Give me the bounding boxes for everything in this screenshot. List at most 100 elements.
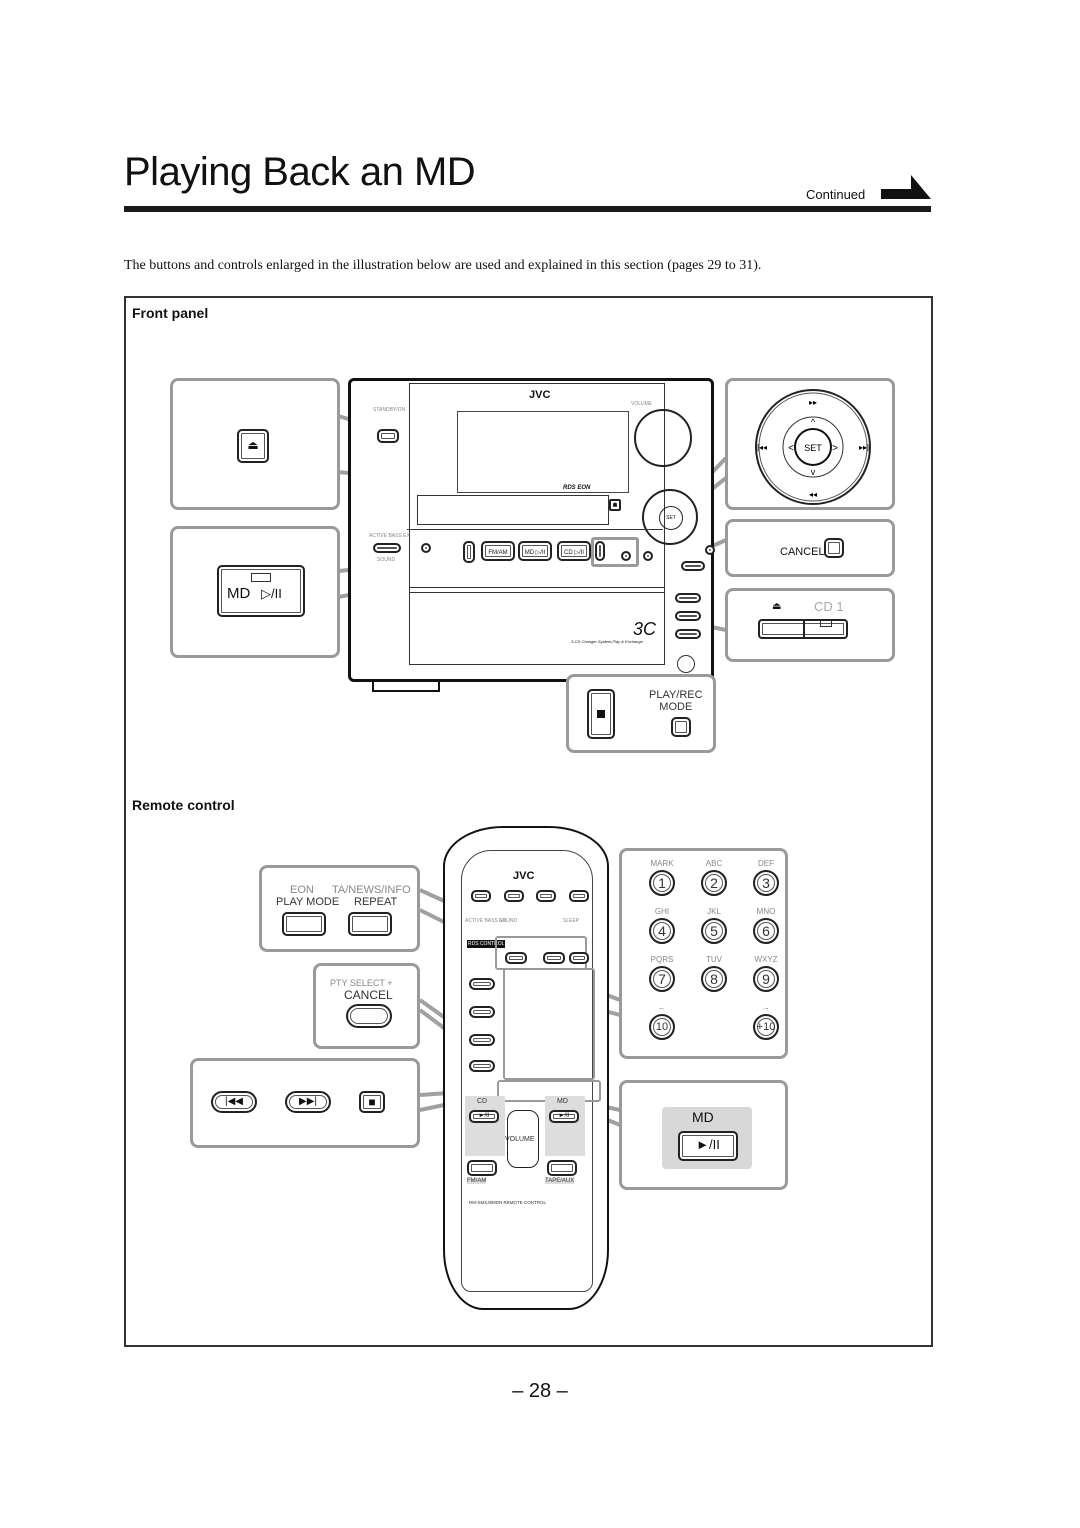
- keypad-digit-button[interactable]: 3: [753, 870, 779, 896]
- remote-body: JVC ACTIVE BASS EX. SOUND SLEEP RDS CONT…: [443, 826, 609, 1310]
- keypad-key: → +10: [746, 1003, 786, 1040]
- keypad-digit-button[interactable]: 6: [753, 918, 779, 944]
- next-icon: ▶▶|: [299, 1096, 317, 1107]
- standby-label: STANDBY/ON: [373, 407, 406, 413]
- up-icon: ^: [811, 417, 816, 427]
- keypad-key: TUV 8: [694, 955, 734, 992]
- cancel-button[interactable]: [705, 545, 715, 555]
- standby-button[interactable]: [377, 429, 399, 443]
- keypad-key-letters: DEF: [758, 859, 774, 868]
- right-icon: >: [832, 443, 838, 454]
- enter-button[interactable]: [681, 561, 705, 571]
- md-play-button-enlarged[interactable]: MD ▷/II: [217, 565, 305, 617]
- keypad-key: PQRS 7: [642, 955, 682, 992]
- play-rec-mode-button-enlarged[interactable]: [671, 717, 691, 737]
- callout-cd1: ⏏ CD 1: [725, 588, 895, 662]
- dimmer-button[interactable]: [643, 551, 653, 561]
- play-mode-button-enlarged[interactable]: [282, 912, 326, 936]
- next-button[interactable]: ▶▶|: [285, 1091, 331, 1113]
- cd1-button[interactable]: [675, 629, 701, 639]
- previous-icon: |◂◂: [757, 443, 767, 452]
- keypad-digit-button[interactable]: 5: [701, 918, 727, 944]
- remote-cd-play-button[interactable]: ►/II: [469, 1110, 499, 1123]
- remote-tape-aux-button[interactable]: [547, 1160, 577, 1176]
- md-label: MD: [227, 585, 251, 602]
- ta-news-info-label: TA/NEWS/INFO: [332, 884, 411, 896]
- pty-select-cancel-button-enlarged[interactable]: [346, 1004, 392, 1028]
- cancel-button-enlarged[interactable]: [824, 538, 844, 558]
- cd2-button[interactable]: [675, 611, 701, 621]
- multi-control-dial[interactable]: SET: [642, 489, 698, 545]
- keypad-key-letters: TUV: [706, 955, 722, 964]
- md-eject-button[interactable]: ▲: [609, 499, 621, 511]
- callout-cancel: CANCEL: [725, 519, 895, 577]
- callout-eon-repeat: EON TA/NEWS/INFO PLAY MODE REPEAT: [259, 865, 420, 952]
- remote-md-zone: [545, 1096, 585, 1156]
- multi-control-dial-enlarged[interactable]: SET ▸▸ ◂◂ |◂◂ ▸▸| ^ v < >: [748, 385, 878, 509]
- down-icon: v: [811, 467, 816, 477]
- repeat-button-enlarged[interactable]: [348, 912, 392, 936]
- previous-icon: |◀◀: [225, 1096, 243, 1107]
- keypad-digit-button[interactable]: 9: [753, 966, 779, 992]
- cd1-eject-play-button[interactable]: [758, 619, 848, 639]
- md-play-pause-button-enlarged[interactable]: ►/II: [678, 1131, 738, 1161]
- md-play-button[interactable]: MD ▷/II: [518, 541, 552, 561]
- callout-dial: SET ▸▸ ◂◂ |◂◂ ▸▸| ^ v < >: [725, 378, 895, 510]
- volume-label: VOLUME: [631, 401, 653, 407]
- remote-keypad-highlight: [503, 968, 595, 1080]
- volume-knob[interactable]: [634, 409, 692, 467]
- keypad-digit-button[interactable]: 7: [649, 966, 675, 992]
- cd3-button[interactable]: [675, 593, 701, 603]
- keypad-digit-button[interactable]: 1: [649, 870, 675, 896]
- keypad-key: ABC 2: [694, 859, 734, 896]
- remote-fm-mode-button[interactable]: [569, 952, 589, 964]
- keypad-digit-button[interactable]: 10: [649, 1014, 675, 1040]
- remote-cd2-button[interactable]: [503, 890, 524, 902]
- callout-stop-playrec: PLAY/REC MODE: [566, 674, 716, 753]
- active-bass-button[interactable]: [373, 543, 401, 553]
- remote-pty-select-minus-button[interactable]: [469, 1060, 495, 1072]
- remote-md-play-button[interactable]: ►/II: [549, 1110, 579, 1123]
- previous-button[interactable]: |◀◀: [211, 1091, 257, 1113]
- fmam-button[interactable]: FM/AM: [481, 541, 515, 561]
- dial-set-button[interactable]: SET: [659, 506, 683, 530]
- callout-pty-select: PTY SELECT + CANCEL: [313, 963, 420, 1049]
- keypad-digit-button[interactable]: 8: [701, 966, 727, 992]
- remote-play-mode-button[interactable]: [505, 952, 527, 964]
- remote-fmam-button[interactable]: [467, 1160, 497, 1176]
- md-eject-button-enlarged[interactable]: ⏏: [237, 429, 269, 463]
- cd1-label: CD 1: [814, 599, 844, 614]
- remote-top-row: [471, 890, 589, 902]
- remote-pty-select-plus-button[interactable]: [469, 1034, 495, 1046]
- play-rec-mode-button[interactable]: [621, 551, 631, 561]
- page-title: Playing Back an MD: [124, 150, 476, 194]
- play-pause-icon: ►/II: [696, 1137, 720, 1152]
- keypad-digit-button[interactable]: +10: [753, 1014, 779, 1040]
- fast-forward-icon: ▸▸: [809, 398, 817, 407]
- stop-button-enlarged[interactable]: [587, 689, 615, 739]
- keypad-key: DEF 3: [746, 859, 786, 896]
- unit-foot: [372, 682, 440, 692]
- rec-pause-button[interactable]: [421, 543, 431, 553]
- remote-md-title-button[interactable]: [469, 978, 495, 990]
- keypad-key: MARK 1: [642, 859, 682, 896]
- remote-cd-zone: [465, 1096, 505, 1156]
- stereo-unit: JVC STANDBY/ON VOLUME RDS EON ▲ SET ACTI…: [348, 378, 715, 682]
- keypad-key-letters: MNO: [756, 907, 776, 916]
- continued-label: Continued: [806, 187, 866, 202]
- keypad-digit-button[interactable]: 2: [701, 870, 727, 896]
- stop-button[interactable]: [595, 541, 605, 561]
- remote-cd3-button[interactable]: [536, 890, 557, 902]
- stop-icon: ■: [368, 1095, 376, 1109]
- keypad-key-letters: GHI: [654, 907, 670, 916]
- stop-button-remote[interactable]: ■: [359, 1091, 385, 1113]
- keypad-key: ← 10: [642, 1003, 682, 1040]
- remote-power-button[interactable]: [568, 890, 589, 902]
- cd-play-button[interactable]: CD ▷/II: [557, 541, 591, 561]
- remote-pty-search-button[interactable]: [469, 1006, 495, 1018]
- remote-repeat-button[interactable]: [543, 952, 565, 964]
- remote-model-label: RM-SMXJ5MDR REMOTE CONTROL: [469, 1200, 547, 1205]
- remote-cd1-button[interactable]: [471, 890, 491, 902]
- keypad-digit-button[interactable]: 4: [649, 918, 675, 944]
- tape-aux-button[interactable]: [463, 541, 475, 563]
